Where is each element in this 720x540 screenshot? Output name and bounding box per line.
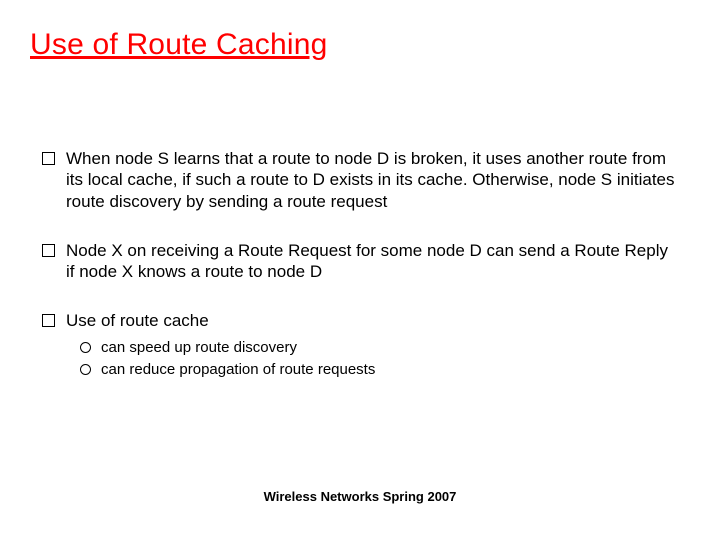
bullet-item: Node X on receiving a Route Request for … [42, 240, 680, 283]
circle-bullet-icon [80, 364, 91, 375]
sub-bullet-text: can speed up route discovery [101, 338, 297, 358]
sub-bullet-list: can speed up route discovery can reduce … [80, 338, 680, 381]
circle-bullet-icon [80, 342, 91, 353]
square-bullet-icon [42, 152, 55, 165]
slide-footer: Wireless Networks Spring 2007 [0, 489, 720, 504]
square-bullet-icon [42, 314, 55, 327]
bullet-text: When node S learns that a route to node … [66, 148, 680, 212]
slide-title: Use of Route Caching [30, 28, 328, 62]
bullet-text: Node X on receiving a Route Request for … [66, 240, 680, 283]
square-bullet-icon [42, 244, 55, 257]
bullet-item: Use of route cache [42, 310, 680, 331]
sub-bullet-item: can reduce propagation of route requests [80, 360, 680, 380]
sub-bullet-text: can reduce propagation of route requests [101, 360, 375, 380]
bullet-item: When node S learns that a route to node … [42, 148, 680, 212]
slide: Use of Route Caching When node S learns … [0, 0, 720, 540]
bullet-text: Use of route cache [66, 310, 209, 331]
sub-bullet-item: can speed up route discovery [80, 338, 680, 358]
slide-body: When node S learns that a route to node … [42, 148, 680, 382]
